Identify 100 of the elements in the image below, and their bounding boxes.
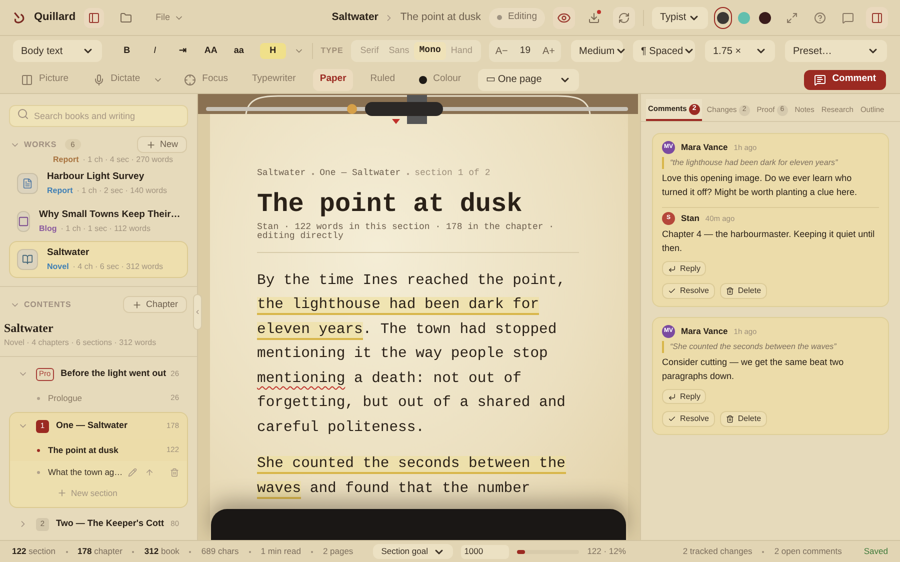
work-meta: · 1 ch · 2 sec · 140 words xyxy=(76,184,168,197)
work-item[interactable]: Harbour Light Survey Report · 1 ch · 2 sec · 140 words xyxy=(9,165,188,202)
microphone-icon xyxy=(92,74,105,86)
weight-select[interactable]: Medium xyxy=(571,40,623,62)
chapter-title[interactable]: Two — The Keeper's Cott xyxy=(56,517,164,531)
plus-icon xyxy=(146,140,156,150)
check-icon xyxy=(668,287,676,295)
book-meta: Novel · 4 chapters · 6 sections · 312 words xyxy=(3,337,158,349)
delete-button[interactable]: Delete xyxy=(720,411,768,427)
search-field[interactable]: Search books and writing xyxy=(9,105,188,127)
chapter-title[interactable]: Before the light went out xyxy=(60,367,166,381)
expand-icon[interactable] xyxy=(786,12,798,24)
comment-quote: “the lighthouse had been dark for eleven years” xyxy=(662,157,879,169)
save-status: Saved xyxy=(864,545,888,558)
panel-toggle-button[interactable] xyxy=(866,6,888,28)
comment-quote: “She counted the seconds between the waves” xyxy=(662,341,879,353)
spacing-select[interactable]: ¶ Spaced xyxy=(633,40,695,62)
format-button[interactable]: ⇥ xyxy=(170,43,196,59)
work-title: Saltwater xyxy=(47,246,90,260)
comment-text: Love this opening image. Do we ever learn who turned it off? Might be worth planting a clue here. xyxy=(662,172,858,199)
format-button[interactable]: B xyxy=(114,43,140,59)
reply-button[interactable]: Reply xyxy=(662,389,706,404)
goal-reading: 122 · 12% xyxy=(587,545,626,558)
profile-select[interactable]: Typist xyxy=(652,6,708,28)
trash-icon xyxy=(726,287,734,295)
reply-button[interactable]: Reply xyxy=(662,261,706,276)
delete-icon[interactable] xyxy=(170,468,179,476)
delete-button[interactable]: Delete xyxy=(720,283,768,299)
comment-author: Stan xyxy=(681,212,700,225)
comment-author: Mara Vance xyxy=(681,141,728,154)
section-item[interactable]: What the town ag… xyxy=(10,461,187,483)
eye-icon xyxy=(557,10,571,24)
goal-input[interactable]: 1000 xyxy=(461,544,510,558)
move-up-icon[interactable] xyxy=(145,468,154,476)
book-icon xyxy=(22,254,33,265)
goal-type-select[interactable]: Section goal xyxy=(373,544,454,559)
crosshair-icon xyxy=(184,74,196,86)
body-paragraph[interactable]: By the time Ines reached the point, the lighthouse had been dark for eleven years. The town had stopped mentioning it the way people stop mentioning a death: not out of forgetting, but out of a shared and careful politeness. xyxy=(257,268,575,440)
increase-size-button[interactable]: A+ xyxy=(542,44,555,58)
section-bullet-icon xyxy=(37,470,40,474)
folder-icon[interactable] xyxy=(120,12,132,24)
plus-icon xyxy=(132,300,142,310)
book-title: Saltwater xyxy=(3,320,54,337)
chevron-left-icon xyxy=(194,308,201,316)
works-label: WORKS xyxy=(24,138,57,150)
format-button[interactable]: H xyxy=(260,43,286,59)
decrease-size-button[interactable]: A− xyxy=(495,44,508,58)
breadcrumb-item[interactable]: One — Saltwater xyxy=(320,167,401,180)
document-stat: 2 pages xyxy=(322,545,354,558)
new-work-button[interactable]: New xyxy=(136,136,187,153)
search-icon xyxy=(17,108,29,120)
section-bullet-icon xyxy=(37,448,40,452)
square-icon xyxy=(18,216,29,227)
format-button[interactable]: AA xyxy=(198,43,224,59)
preview-button[interactable] xyxy=(553,6,575,28)
comments-icon[interactable] xyxy=(842,12,854,24)
paragraph-style-select[interactable]: Body text xyxy=(13,40,102,62)
chapter-title[interactable]: One — Saltwater xyxy=(56,419,128,433)
comment-icon xyxy=(814,74,826,86)
word-count: 312 book xyxy=(144,545,180,558)
view-option[interactable]: Paper xyxy=(312,68,354,90)
work-item[interactable]: Saltwater Novel · 4 ch · 6 sec · 312 words xyxy=(9,241,188,278)
resolve-button[interactable]: Resolve xyxy=(662,411,715,427)
work-meta: · 1 ch · 1 sec · 112 words xyxy=(60,222,150,235)
section-bullet-icon xyxy=(37,396,40,400)
format-button[interactable]: aa xyxy=(226,43,252,59)
document-stat: 689 chars xyxy=(201,545,239,558)
section-title: What the town ag… xyxy=(48,466,123,478)
add-chapter-button[interactable]: Chapter xyxy=(122,296,187,313)
plus-icon xyxy=(57,488,67,498)
help-icon[interactable] xyxy=(814,12,826,24)
font-size-value[interactable]: 19 xyxy=(520,44,530,58)
font-option[interactable]: Mono xyxy=(414,42,446,60)
panel-right-icon xyxy=(871,12,883,24)
work-title: Harbour Light Survey xyxy=(47,170,146,184)
quill-logo-icon xyxy=(12,10,26,24)
refresh-icon xyxy=(618,12,630,24)
document-icon xyxy=(22,178,33,189)
breadcrumb-item[interactable]: Saltwater xyxy=(257,167,306,180)
sidebar-toggle-button[interactable] xyxy=(84,8,104,28)
page-mode-select[interactable]: ▭ One page xyxy=(478,68,580,90)
work-type: Novel xyxy=(47,260,69,273)
comment-button[interactable]: Comment xyxy=(804,70,886,90)
work-type: Report xyxy=(53,154,79,166)
document-stat: 1 min read xyxy=(260,545,301,558)
check-icon xyxy=(668,415,676,423)
work-item[interactable]: Why Small Towns Keep Their… Blog · 1 ch · 1 sec · 112 words xyxy=(9,203,188,240)
trash-icon xyxy=(726,415,734,423)
resolve-button[interactable]: Resolve xyxy=(662,283,715,299)
panel-left-icon xyxy=(88,12,100,24)
theme-swatch[interactable] xyxy=(714,6,732,28)
line-height-select[interactable]: 1.75 × xyxy=(705,40,775,62)
work-meta: · 4 ch · 6 sec · 312 words xyxy=(72,260,164,273)
preset-select[interactable]: Preset… xyxy=(785,40,887,62)
format-button[interactable]: I xyxy=(142,43,168,59)
app-name: Quillard xyxy=(34,10,76,26)
pencil-icon[interactable] xyxy=(128,468,137,476)
collapse-sidebar-handle[interactable] xyxy=(193,294,202,330)
contents-label: CONTENTS xyxy=(24,298,72,310)
sync-button[interactable] xyxy=(613,6,635,28)
